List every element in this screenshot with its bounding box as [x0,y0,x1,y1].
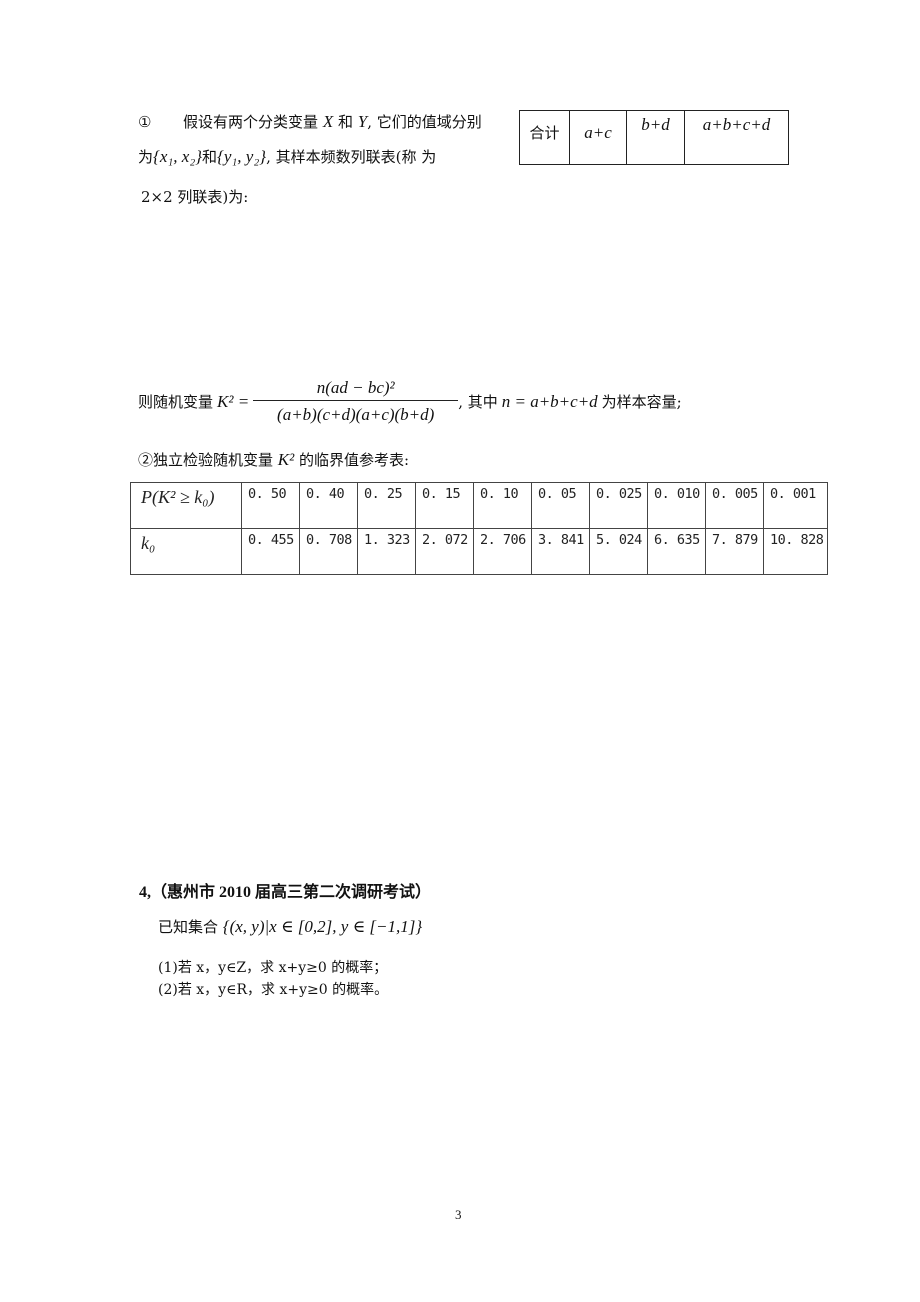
k-value-cell: 0. 708 [299,528,358,575]
k-row-header: k₀ [130,528,242,575]
formula-n-def: n = a+b+c+d [501,391,598,411]
k-value-cell: 7. 879 [705,528,764,575]
problem4-heading: 4,（惠州市 2010 届高三第二次调研考试） [139,884,432,901]
summary-cell-total-label: 合计 [519,110,570,165]
p-value-cell: 0. 25 [357,482,416,529]
summary-cell-total: a+b+c+d [684,110,789,165]
summary-cell-a-plus-c: a+c [569,110,627,165]
formula-suffix: 为样本容量; [601,392,682,411]
summary-cell-b-plus-d: b+d [626,110,685,165]
k-value-cell: 2. 706 [473,528,532,575]
section2-title-var: K² [277,450,295,469]
p-value-row: P(K² ≥ k₀) 0. 50 0. 40 0. 25 0. 15 0. 10… [130,482,828,529]
circled-one-marker: ① [138,113,152,131]
k-value-cell: 6. 635 [647,528,706,575]
section2-title: ②独立检验随机变量 K² 的临界值参考表: [138,450,409,470]
section1-line1: ① 假设有两个分类变量 X 和 Y, 它们的值域分别 [138,112,482,132]
problem4-question-1: (1)若 x，y∈Z，求 x+y≥0 的概率； [158,960,388,976]
formula-numerator: n(ad − bc)² [253,378,459,401]
problem4-given: 已知集合 {(x, y)|x ∈ [0,2], y ∈ [−1,1]} [158,917,422,937]
p-value-cell: 0. 025 [589,482,648,529]
section2-title-post: 的临界值参考表: [299,451,410,469]
formula-fraction: n(ad − bc)² (a+b)(c+d)(a+c)(b+d) [253,378,459,425]
formula-lhs: K² = [217,391,250,411]
p-value-cell: 0. 001 [763,482,828,529]
set-x: {x₁, x₂} [153,147,203,166]
p-value-cell: 0. 010 [647,482,706,529]
summary-table: 合计 a+c b+d a+b+c+d [519,110,789,165]
formula-denominator: (a+b)(c+d)(a+c)(b+d) [277,405,435,424]
k-value-cell: 3. 841 [531,528,590,575]
critical-value-table: P(K² ≥ k₀) 0. 50 0. 40 0. 25 0. 15 0. 10… [130,482,828,575]
section1-line2-post: , 其样本频数列联表(称 为 [266,148,437,166]
p-row-header: P(K² ≥ k₀) [130,482,242,529]
k-value-cell: 2. 072 [415,528,474,575]
p-value-cell: 0. 50 [241,482,300,529]
k-value-row: k₀ 0. 455 0. 708 1. 323 2. 072 2. 706 3.… [130,528,828,575]
problem4-question-2: (2)若 x，y∈R，求 x+y≥0 的概率。 [158,982,389,998]
and-word: 和 [337,113,353,131]
problem4-given-pre: 已知集合 [158,918,219,936]
k-value-cell: 10. 828 [763,528,828,575]
section1-line3: 2×2 列联表)为: [141,187,248,207]
problem4-set-expr: {(x, y)|x ∈ [0,2], y ∈ [−1,1]} [222,917,423,936]
p-value-cell: 0. 005 [705,482,764,529]
p-value-cell: 0. 15 [415,482,474,529]
section1-line1-post: , 它们的值域分别 [367,113,482,131]
var-x: X [322,112,334,131]
p-value-cell: 0. 10 [473,482,532,529]
section1-line2: 为{x₁, x₂}和{y₁, y₂}, 其样本频数列联表(称 为 [138,147,436,167]
k-value-cell: 5. 024 [589,528,648,575]
section2-title-pre: ②独立检验随机变量 [138,451,274,469]
formula-prefix: 则随机变量 [138,392,214,411]
k-value-cell: 0. 455 [241,528,300,575]
section1-line2-pre: 为 [138,148,154,166]
p-value-cell: 0. 05 [531,482,590,529]
section1-line3-text: 2×2 列联表)为: [141,188,249,206]
and-word-2: 和 [202,148,218,166]
page-number: 3 [455,1207,462,1222]
formula-line: 则随机变量 K² = n(ad − bc)² (a+b)(c+d)(a+c)(b… [138,378,682,425]
var-y: Y [357,112,368,131]
k-value-cell: 1. 323 [357,528,416,575]
formula-mid: , 其中 [458,392,498,411]
set-y: {y₁, y₂} [217,147,267,166]
summary-row: 合计 a+c b+d a+b+c+d [519,110,789,165]
section1-line1-pre: 假设有两个分类变量 [183,113,319,131]
p-value-cell: 0. 40 [299,482,358,529]
